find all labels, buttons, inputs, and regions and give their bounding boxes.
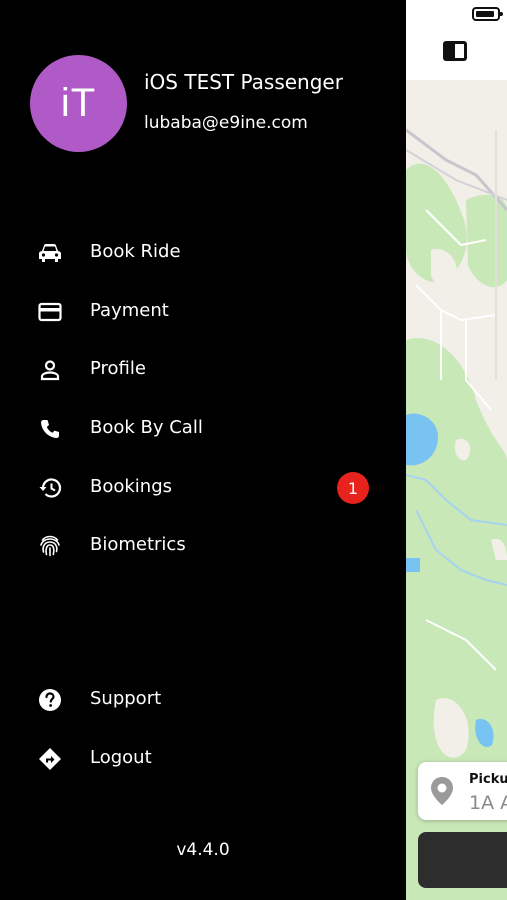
menu-item-label: Logout bbox=[90, 747, 152, 768]
car-icon bbox=[37, 241, 63, 265]
person-icon bbox=[37, 358, 63, 382]
menu-item-biometrics[interactable]: Biometrics bbox=[0, 521, 406, 571]
directions-icon bbox=[37, 747, 63, 771]
menu-item-label: Payment bbox=[90, 300, 169, 321]
avatar-initials: iT bbox=[60, 81, 97, 125]
sidebar-toggle-icon[interactable] bbox=[443, 41, 467, 61]
battery-icon bbox=[472, 7, 503, 21]
menu-item-label: Book Ride bbox=[90, 241, 181, 262]
notification-badge: 1 bbox=[337, 472, 369, 504]
help-circle-icon bbox=[37, 688, 63, 712]
menu-item-label: Profile bbox=[90, 358, 146, 379]
location-pin-icon bbox=[431, 777, 453, 805]
pickup-address: 1A A bbox=[469, 792, 507, 814]
navigation-drawer: iT iOS TEST Passenger lubaba@e9ine.com B… bbox=[0, 0, 406, 900]
credit-card-icon bbox=[37, 300, 63, 324]
user-email: lubaba@e9ine.com bbox=[144, 113, 308, 133]
menu-item-bookings[interactable]: Bookings 1 bbox=[0, 463, 406, 513]
menu-item-payment[interactable]: Payment bbox=[0, 287, 406, 337]
menu-item-support[interactable]: Support bbox=[0, 675, 406, 725]
app-version: v4.4.0 bbox=[176, 840, 230, 860]
menu-item-label: Biometrics bbox=[90, 534, 186, 555]
book-button-peek[interactable] bbox=[418, 832, 507, 888]
map-top-bar bbox=[406, 0, 507, 80]
avatar: iT bbox=[30, 55, 127, 152]
phone-icon bbox=[37, 417, 63, 441]
pickup-title: Pickup bbox=[469, 772, 507, 787]
pickup-card[interactable]: Pickup 1A A bbox=[418, 762, 507, 820]
menu-item-book-by-call[interactable]: Book By Call bbox=[0, 404, 406, 454]
menu-item-label: Support bbox=[90, 688, 162, 709]
fingerprint-icon bbox=[37, 534, 63, 558]
menu-item-book-ride[interactable]: Book Ride bbox=[0, 228, 406, 278]
menu-item-logout[interactable]: Logout bbox=[0, 734, 406, 784]
menu-item-label: Bookings bbox=[90, 476, 173, 497]
history-icon bbox=[37, 476, 63, 500]
user-name: iOS TEST Passenger bbox=[144, 70, 343, 94]
menu-item-profile[interactable]: Profile bbox=[0, 345, 406, 395]
menu-item-label: Book By Call bbox=[90, 417, 203, 438]
